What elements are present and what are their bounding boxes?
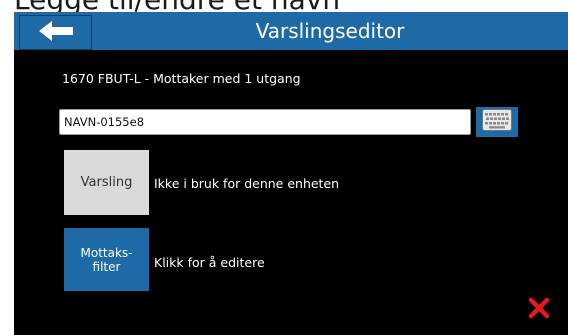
keyboard-icon	[482, 109, 512, 135]
device-screen: Varslingseditor 1670 FBUT-L - Mottaker m…	[14, 12, 568, 335]
back-button[interactable]	[19, 15, 92, 50]
mottaksfilter-hint-text: Klikk for å editere	[154, 255, 265, 270]
varsling-button[interactable]: Varsling	[64, 150, 149, 215]
header-bar: Varslingseditor	[14, 12, 568, 50]
back-arrow-icon	[38, 20, 73, 45]
close-button[interactable]	[526, 297, 552, 323]
close-icon	[528, 297, 550, 323]
varsling-status-text: Ikke i bruk for denne enheten	[154, 176, 340, 191]
mottaksfilter-button[interactable]: Mottaks- filter	[64, 228, 149, 291]
keyboard-button[interactable]	[476, 107, 518, 137]
name-input[interactable]	[59, 109, 471, 135]
page-title: Varslingseditor	[255, 19, 405, 43]
device-description: 1670 FBUT-L - Mottaker med 1 utgang	[62, 71, 301, 86]
